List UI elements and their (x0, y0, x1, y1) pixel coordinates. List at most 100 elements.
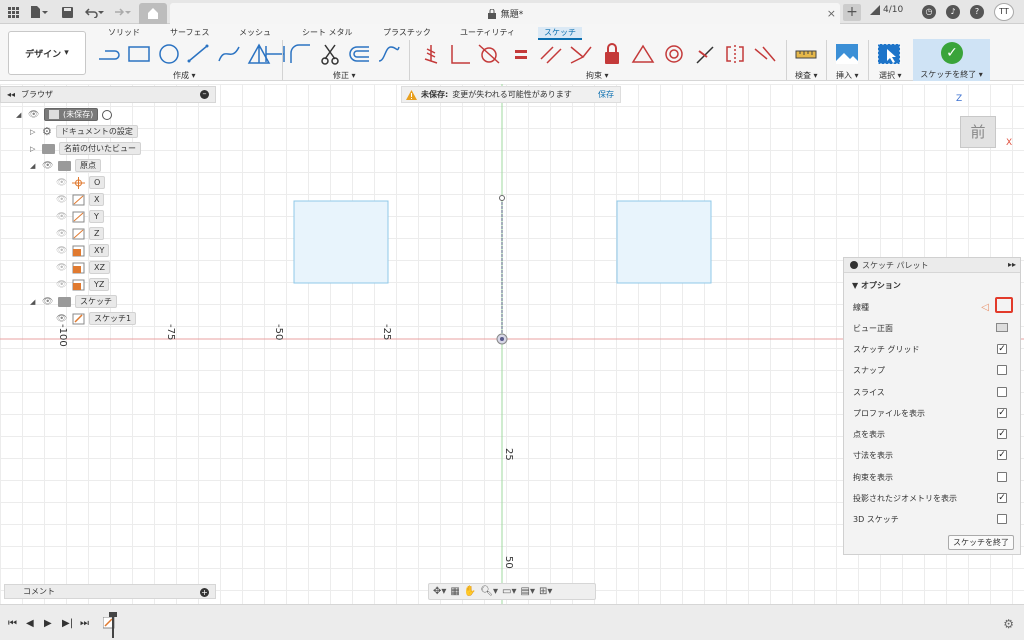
step-back-icon[interactable]: ◀ (26, 618, 34, 629)
visibility-icon[interactable]: 👁 (56, 195, 68, 204)
undo-icon[interactable] (84, 4, 106, 20)
sketch-profile-left[interactable] (293, 200, 389, 284)
tab-solid[interactable]: ソリッド (108, 27, 140, 38)
clock-icon[interactable]: ◷ (922, 5, 936, 19)
tree-root[interactable]: ◢ 👁 (未保存) (16, 107, 113, 122)
visibility-icon[interactable]: 👁 (56, 229, 68, 238)
collapsed-icon[interactable]: ▷ (30, 145, 38, 153)
tree-item-xz-plane[interactable]: 👁 XZ (56, 260, 110, 275)
expand-icon[interactable]: ◢ (16, 111, 24, 119)
redo-icon[interactable] (111, 4, 133, 20)
tree-item-sketch1[interactable]: 👁 スケッチ1 (56, 311, 137, 326)
add-comment-icon[interactable]: + (200, 588, 209, 597)
tab-surface[interactable]: サーフェス (170, 27, 210, 38)
circle-tool[interactable] (156, 42, 182, 66)
step-forward-icon[interactable]: ▶| (62, 618, 73, 629)
visibility-icon[interactable]: 👁 (56, 280, 68, 289)
visibility-icon[interactable]: 👁 (56, 212, 68, 221)
curvature-constraint-tool[interactable] (752, 42, 778, 66)
app-grid-icon[interactable] (6, 4, 20, 20)
rectangle-tool[interactable] (126, 42, 152, 66)
tab-sheet-metal[interactable]: シート メタル (302, 27, 353, 38)
pan-icon[interactable]: ✋ (464, 586, 476, 597)
construction-line-icon[interactable]: ◁ (981, 302, 989, 313)
insert-image-tool[interactable] (834, 42, 860, 66)
fillet-tool[interactable] (287, 42, 313, 66)
display-settings-icon[interactable]: ▭▾ (502, 586, 516, 597)
grid-settings-icon[interactable]: ▤▾ (521, 586, 535, 597)
go-to-start-icon[interactable]: ⏮ (8, 618, 17, 629)
3d-sketch-checkbox[interactable] (997, 514, 1007, 524)
trim-tool[interactable] (318, 42, 344, 66)
activate-icon[interactable] (102, 109, 113, 120)
line-tool[interactable] (96, 42, 122, 66)
expand-icon[interactable]: ◢ (30, 298, 38, 306)
equal-constraint-tool[interactable] (508, 42, 534, 66)
view-cube[interactable]: Z 前 X (954, 94, 1012, 150)
tree-root-label[interactable]: (未保存) (44, 108, 99, 121)
home-tab[interactable] (139, 3, 167, 24)
select-group-label[interactable]: 選択 ▾ (879, 70, 902, 81)
tree-item-xy-plane[interactable]: 👁 XY (56, 243, 110, 258)
go-to-end-icon[interactable]: ⏭ (80, 618, 89, 629)
zoom-icon[interactable]: 🔍︎▾ (480, 586, 498, 597)
midpoint-constraint-tool[interactable] (692, 42, 718, 66)
orbit-icon[interactable]: ✥▾ (433, 586, 446, 597)
visibility-icon[interactable]: 👁 (42, 161, 54, 170)
browser-collapse-icon[interactable]: – (200, 90, 209, 99)
fix-constraint-tool[interactable] (418, 42, 444, 66)
tab-utility[interactable]: ユーティリティ (460, 27, 515, 38)
tree-item-origin[interactable]: ◢ 👁 原点 (30, 158, 101, 173)
snap-checkbox[interactable] (997, 365, 1007, 375)
show-points-checkbox[interactable]: ✓ (997, 429, 1007, 439)
palette-expand-icon[interactable]: ▸▸ (1008, 260, 1016, 269)
options-section[interactable]: ▼ オプション (852, 280, 901, 291)
tab-mesh[interactable]: メッシュ (239, 27, 271, 38)
job-status[interactable]: 4/10 (870, 5, 903, 15)
document-tab[interactable]: 無題* × (170, 3, 840, 24)
finish-sketch-button[interactable]: ✓ スケッチを終了 ▾ (913, 39, 990, 81)
new-tab-button[interactable]: + (843, 4, 861, 21)
tree-item-sketches[interactable]: ◢ 👁 スケッチ (30, 294, 117, 309)
tangent-constraint-tool[interactable] (476, 42, 502, 66)
collapse-left-icon[interactable]: ◂◂ (7, 90, 15, 99)
tab-plastic[interactable]: プラスチック (383, 27, 431, 38)
palette-header[interactable]: スケッチ パレット ▸▸ (844, 258, 1020, 273)
perpendicular-constraint-tool[interactable] (447, 42, 473, 66)
browser-header[interactable]: ◂◂ ブラウザ – (0, 86, 216, 103)
visibility-icon[interactable]: 👁 (56, 246, 68, 255)
concentric-constraint-tool[interactable] (661, 42, 687, 66)
arc-tool[interactable] (186, 42, 212, 66)
offset-tool[interactable] (346, 42, 372, 66)
sketch-profile-right[interactable] (616, 200, 712, 284)
sketch-grid-checkbox[interactable]: ✓ (997, 344, 1007, 354)
tree-item-x-axis[interactable]: 👁 X (56, 192, 105, 207)
insert-group-label[interactable]: 挿入 ▾ (836, 70, 859, 81)
avatar[interactable]: TT (994, 3, 1014, 21)
expand-icon[interactable]: ◢ (30, 162, 38, 170)
polygon-tool[interactable] (216, 42, 242, 66)
help-icon[interactable]: ? (970, 5, 984, 19)
timeline-settings-icon[interactable]: ⚙ (1003, 617, 1014, 631)
triangle-constraint-tool[interactable] (630, 42, 656, 66)
show-dimensions-checkbox[interactable]: ✓ (997, 450, 1007, 460)
collapsed-icon[interactable]: ▷ (30, 128, 38, 136)
lock-constraint-tool[interactable] (599, 42, 625, 66)
palette-pin-icon[interactable] (850, 261, 858, 269)
sketch-point[interactable] (499, 195, 505, 201)
workspace-dropdown[interactable]: デザイン ▾ (8, 31, 86, 75)
coincident-constraint-tool[interactable] (568, 42, 594, 66)
tree-item-y-axis[interactable]: 👁 Y (56, 209, 104, 224)
play-icon[interactable]: ▶ (44, 618, 52, 629)
visibility-icon[interactable]: 👁 (42, 297, 54, 306)
look-at-icon[interactable] (996, 323, 1008, 332)
look-at-icon[interactable]: ▦ (450, 586, 459, 597)
visibility-icon[interactable]: 👁 (28, 110, 40, 119)
linetype-toggle[interactable] (995, 297, 1013, 313)
parallel-constraint-tool[interactable] (538, 42, 564, 66)
save-link[interactable]: 保存 (598, 89, 614, 100)
measure-tool[interactable] (793, 42, 819, 66)
comments-panel[interactable]: コメント + (4, 584, 216, 599)
tree-item-doc-settings[interactable]: ▷ ⚙ ドキュメントの設定 (30, 124, 138, 139)
tree-item-origin-point[interactable]: 👁 O (56, 175, 106, 190)
